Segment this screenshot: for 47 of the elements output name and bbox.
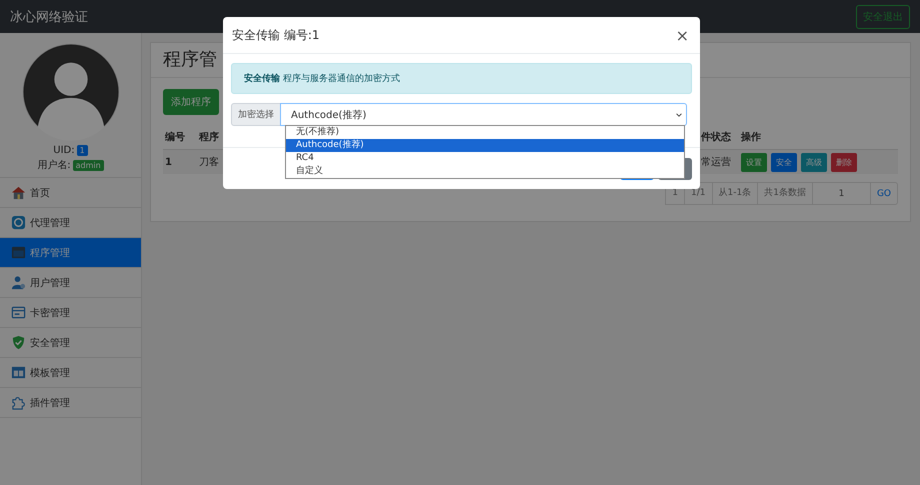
dropdown-option[interactable]: 自定义 — [286, 165, 684, 178]
dropdown-option[interactable]: Authcode(推荐) — [286, 139, 684, 152]
sidebar-item[interactable]: 用户管理 — [0, 268, 141, 298]
column-header: 编号 — [165, 130, 185, 144]
dropdown-option[interactable]: RC4 — [286, 152, 684, 165]
action-button[interactable]: 设置 — [741, 152, 767, 172]
info-alert: 安全传输 程序与服务器通信的加密方式 — [231, 63, 692, 94]
page-input[interactable]: 1 — [812, 182, 871, 205]
add-program-button[interactable]: 添加程序 — [163, 89, 219, 115]
page-title: 程序管 — [163, 48, 218, 72]
sidebar-item[interactable]: 程序管理 — [0, 238, 141, 268]
table-cell-text: 刀客 — [199, 156, 219, 169]
uid-badge: 1 — [76, 145, 88, 156]
house-icon — [11, 185, 26, 200]
table-cell: 1 — [165, 156, 172, 168]
pagination-item[interactable]: 共1条数据 — [757, 182, 813, 205]
chevron-down-icon — [676, 112, 682, 116]
input-label: 加密选择 — [231, 103, 281, 126]
column-header: 程序 — [199, 130, 219, 144]
dropdown-option[interactable]: 无(不推荐) — [286, 126, 684, 139]
column-header: 件状态 — [701, 130, 731, 144]
sidebar-item[interactable]: 首页 — [0, 178, 141, 208]
window-icon — [11, 245, 26, 260]
modal-title: 安全传输 编号:1 — [232, 26, 320, 44]
shield-check-icon — [11, 335, 26, 350]
column-header: 操作 — [741, 130, 761, 144]
sidebar-item[interactable]: 模板管理 — [0, 358, 141, 388]
username-label: 用户名: — [37, 158, 71, 172]
uid-label: UID: — [53, 145, 75, 156]
pagination-item[interactable]: 从1-1条 — [712, 182, 758, 205]
brand-title[interactable]: 冰心网络验证 — [10, 8, 88, 26]
avatar-icon — [22, 43, 120, 141]
card-icon — [11, 305, 26, 320]
puzzle-icon — [11, 395, 26, 410]
sidebar-item[interactable]: 卡密管理 — [0, 298, 141, 328]
close-button[interactable]: × — [674, 26, 691, 44]
sidebar-item[interactable]: 安全管理 — [0, 328, 141, 358]
sidebar-item[interactable]: 插件管理 — [0, 388, 141, 418]
action-button[interactable]: 高级 — [801, 152, 827, 172]
action-button[interactable]: 安全 — [771, 152, 797, 172]
table-cell-text: 常运营 — [701, 156, 731, 169]
badge-icon — [11, 215, 26, 230]
action-button[interactable]: 删除 — [831, 152, 857, 172]
user-icon — [11, 275, 26, 290]
go-button[interactable]: GO — [870, 182, 898, 205]
layout-icon — [11, 365, 26, 380]
username-badge: admin — [72, 160, 104, 170]
